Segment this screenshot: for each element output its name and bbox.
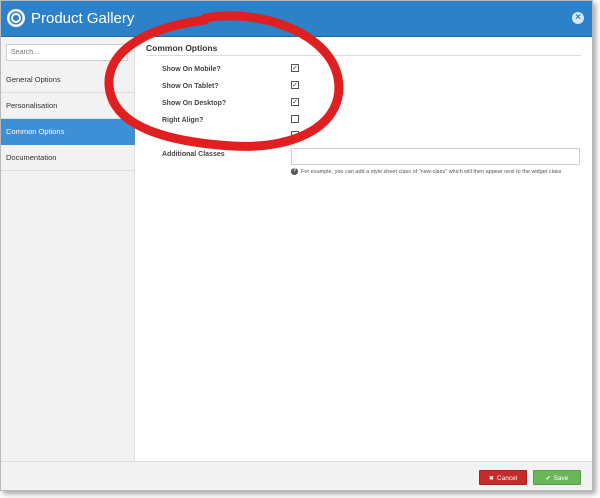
window-title: Product Gallery [31,10,135,27]
right-align-checkbox[interactable] [291,115,299,123]
additional-classes-input[interactable] [291,148,580,165]
sidebar-item-common-options[interactable]: Common Options [1,119,135,145]
close-circle-icon[interactable]: × [572,12,584,24]
gear-circle-icon [7,9,25,27]
additional-classes-label: Additional Classes [162,151,225,158]
sidebar-item-documentation[interactable]: Documentation [1,145,135,171]
show-on-desktop-checkbox[interactable]: ✓ [291,98,299,106]
additional-classes-help: For example, you can add a style sheet c… [301,169,562,175]
sidebar-nav: General Options Personalisation Common O… [1,67,135,171]
show-on-mobile-checkbox[interactable]: ✓ [291,64,299,72]
show-on-tablet-checkbox[interactable]: ✓ [291,81,299,89]
main-panel: Common Options Show On Mobile? ✓ Show On… [136,37,592,461]
cancel-button[interactable]: ✖ Cancel [479,470,527,485]
modal-window: Product Gallery × General Options Person… [0,0,593,491]
save-button[interactable]: ✔ Save [533,470,581,485]
option-label-show-on-desktop: Show On Desktop? [162,100,227,107]
check-icon: ✔ [545,476,551,482]
help-circle-icon: ? [291,168,298,175]
footer: ✖ Cancel ✔ Save [1,461,592,490]
section-title: Common Options [146,43,218,53]
extra-checkbox[interactable] [291,131,299,139]
option-label-show-on-tablet: Show On Tablet? [162,83,219,90]
x-circle-icon: ✖ [488,476,494,482]
option-label-right-align: Right Align? [162,117,204,124]
sidebar-item-general-options[interactable]: General Options [1,67,135,93]
title-bar: Product Gallery × [1,1,592,37]
section-divider [146,55,581,56]
cancel-button-label: Cancel [496,475,518,482]
sidebar: General Options Personalisation Common O… [1,37,135,461]
sidebar-item-personalisation[interactable]: Personalisation [1,93,135,119]
save-button-label: Save [553,475,569,482]
option-label-show-on-mobile: Show On Mobile? [162,66,221,73]
search-input[interactable] [6,44,128,61]
